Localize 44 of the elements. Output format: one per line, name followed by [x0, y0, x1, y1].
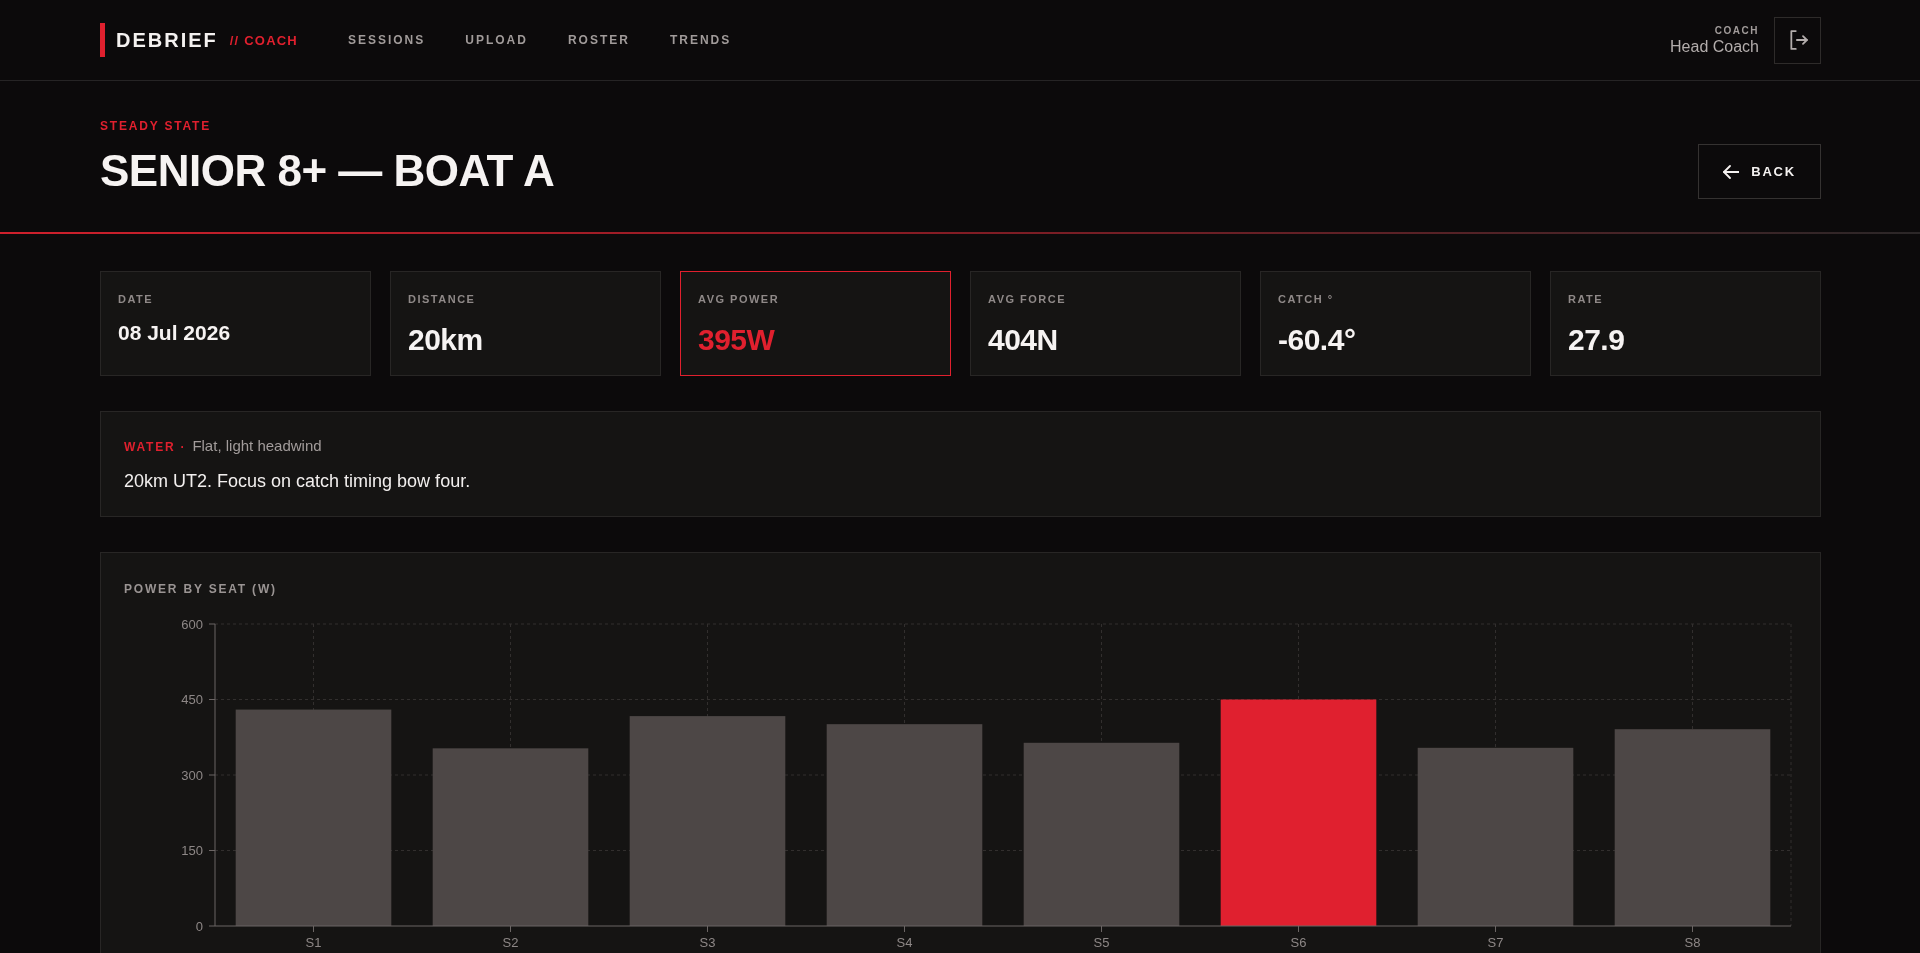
stat-value: 20km [408, 322, 483, 358]
nav-link[interactable]: TRENDS [669, 33, 732, 47]
logout-icon [1787, 30, 1808, 50]
stat-value: 27.9 [1568, 322, 1625, 358]
stat-label: RATE [1568, 292, 1604, 306]
stat-value: 404N [988, 322, 1058, 358]
x-axis-label: S3 [699, 935, 716, 950]
y-axis-label: 600 [181, 616, 203, 632]
logout-button[interactable] [1774, 16, 1821, 64]
stat-label: AVG POWER [698, 292, 780, 306]
session-notes: 20km UT2. Focus on catch timing bow four. [124, 470, 471, 492]
y-axis-label: 300 [181, 767, 203, 783]
x-axis-label: S1 [305, 935, 322, 950]
user-role: COACH [1714, 23, 1759, 37]
app-subtitle: // COACH [229, 32, 298, 48]
x-axis-label: S2 [502, 935, 519, 950]
y-axis-label: 450 [181, 692, 203, 707]
stat-value: 395W [698, 322, 775, 358]
x-axis-label: S8 [1684, 935, 1701, 950]
back-button[interactable]: BACK [1698, 144, 1821, 199]
x-axis-label: S6 [1290, 935, 1307, 950]
nav-link[interactable]: UPLOAD [465, 33, 528, 47]
stat-label: AVG FORCE [988, 292, 1067, 306]
x-axis-label: S7 [1487, 935, 1504, 950]
app-logo: DEBRIEF [116, 28, 218, 52]
x-axis-label: S4 [896, 935, 913, 950]
page-title: SENIOR 8+ — BOAT A [100, 145, 555, 197]
y-axis-label: 150 [181, 843, 203, 858]
water-conditions: Flat, light headwind [192, 436, 322, 456]
stat-label: DATE [118, 292, 154, 306]
stat-value: 08 Jul 2026 [118, 320, 231, 346]
stat-label: DISTANCE [408, 292, 476, 306]
arrow-left-icon [1723, 163, 1740, 180]
stat-label: CATCH ° [1278, 292, 1334, 306]
user-name: Head Coach [1670, 36, 1759, 57]
logo-bar-icon [100, 23, 105, 57]
chart-title: POWER BY SEAT (W) [124, 581, 277, 597]
stat-value: -60.4° [1278, 322, 1356, 358]
x-axis-label: S5 [1093, 935, 1110, 950]
nav-link[interactable]: ROSTER [567, 33, 630, 47]
session-type: STEADY STATE [100, 119, 211, 133]
y-axis-label: 0 [195, 918, 203, 934]
nav-link[interactable]: SESSIONS [347, 33, 426, 47]
notes-label: WATER · [124, 439, 187, 456]
